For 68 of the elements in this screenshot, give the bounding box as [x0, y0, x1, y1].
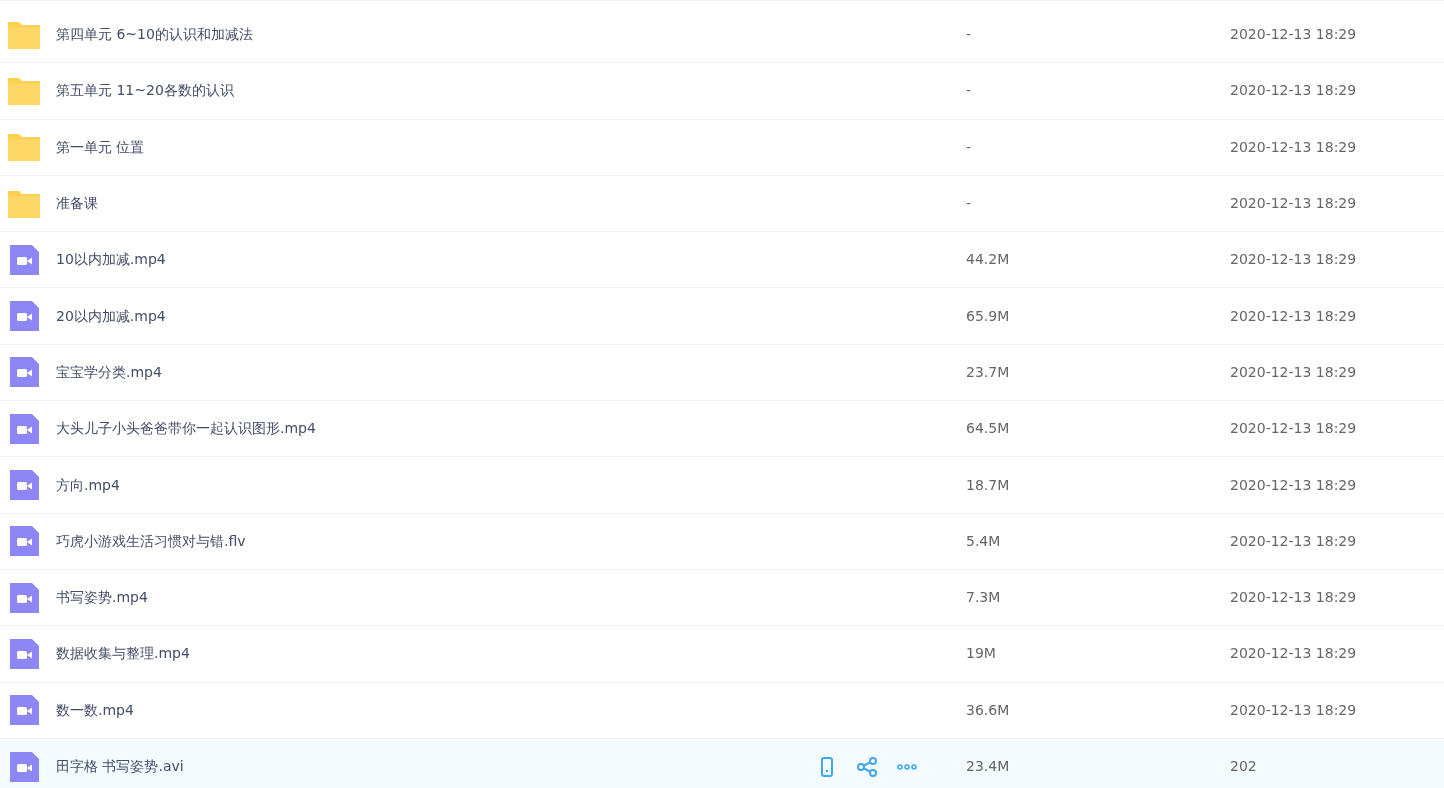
file-row[interactable]: 准备课 - 2020-12-13 18:29: [0, 175, 1444, 233]
modified-date: 2020-12-13 18:29: [1230, 25, 1357, 45]
file-row[interactable]: 10以内加减.mp4 44.2M 2020-12-13 18:29: [0, 232, 1444, 289]
modified-date: 2020-12-13 18:29: [1230, 81, 1357, 101]
file-name[interactable]: 田字格 书写姿势.avi: [56, 756, 806, 777]
modified-date: 2020-12-13 18:29: [1230, 306, 1357, 326]
modified-date: 2020-12-13 18:29: [1230, 137, 1357, 157]
file-size: 5.4M: [966, 531, 1002, 551]
file-name[interactable]: 20以内加减.mp4: [56, 305, 806, 327]
video-file-icon: [7, 412, 41, 445]
video-file-icon: [7, 469, 41, 501]
file-name[interactable]: 10以内加减.mp4: [56, 249, 806, 271]
modified-date: 2020-12-13 18:29: [1230, 250, 1357, 270]
file-size: 36.6M: [966, 700, 1011, 720]
file-name[interactable]: 巧虎小游戏生活习惯对与错.flv: [56, 530, 806, 552]
file-size: 7.3M: [966, 588, 1002, 608]
video-file-icon: [7, 243, 41, 276]
file-row[interactable]: 田字格 书写姿势.avi 23.4M 202: [0, 738, 1444, 788]
video-file-icon: [7, 300, 41, 333]
file-name[interactable]: 方向.mp4: [56, 474, 806, 496]
file-row[interactable]: 大头儿子小头爸爸带你一起认识图形.mp4 64.5M 2020-12-13 18:29: [0, 401, 1444, 458]
file-size: 44.2M: [966, 250, 1011, 270]
file-row[interactable]: 巧虎小游戏生活习惯对与错.flv 5.4M 2020-12-13 18:29: [0, 513, 1444, 570]
file-row[interactable]: 20以内加减.mp4 65.9M 2020-12-13 18:29: [0, 288, 1444, 345]
share-icon[interactable]: [856, 755, 878, 778]
modified-date: 202: [1230, 757, 1257, 776]
modified-date: 2020-12-13 18:29: [1230, 362, 1357, 382]
file-row[interactable]: 第五单元 11~20各数的认识 - 2020-12-13 18:29: [0, 63, 1444, 120]
file-name[interactable]: 第四单元 6~10的认识和加减法: [56, 24, 806, 46]
file-row[interactable]: 第一单元 位置 - 2020-12-13 18:29: [0, 119, 1444, 176]
file-name[interactable]: 大头儿子小头爸爸带你一起认识图形.mp4: [56, 418, 806, 440]
file-name[interactable]: 宝宝学分类.mp4: [56, 361, 806, 383]
file-size: 23.4M: [966, 757, 1011, 776]
modified-date: 2020-12-13 18:29: [1230, 419, 1357, 439]
file-name[interactable]: 数一数.mp4: [56, 699, 806, 721]
file-row[interactable]: 宝宝学分类.mp4 23.7M 2020-12-13 18:29: [0, 344, 1444, 402]
file-row[interactable]: 数据收集与整理.mp4 19M 2020-12-13 18:29: [0, 626, 1444, 683]
video-file-icon: [7, 581, 41, 614]
file-size: 64.5M: [966, 419, 1011, 439]
file-name[interactable]: 准备课: [56, 193, 806, 215]
video-file-icon: [7, 356, 41, 389]
file-size: 65.9M: [966, 306, 1011, 326]
file-row[interactable]: 数一数.mp4 36.6M 2020-12-13 18:29: [0, 682, 1444, 739]
file-size: -: [966, 81, 973, 101]
modified-date: 2020-12-13 18:29: [1230, 700, 1357, 720]
file-name[interactable]: 书写姿势.mp4: [56, 587, 806, 609]
video-file-icon: [7, 637, 41, 670]
modified-date: 2020-12-13 18:29: [1230, 588, 1357, 608]
modified-date: 2020-12-13 18:29: [1230, 475, 1357, 495]
folder-icon: [7, 131, 41, 164]
file-size: 18.7M: [966, 475, 1011, 495]
file-size: -: [966, 25, 973, 45]
video-file-icon: [7, 750, 41, 783]
modified-date: 2020-12-13 18:29: [1230, 644, 1357, 664]
file-name[interactable]: 第五单元 11~20各数的认识: [56, 80, 806, 102]
file-name[interactable]: 第一单元 位置: [56, 136, 806, 158]
video-file-icon: [7, 525, 41, 558]
file-row[interactable]: 第四单元 6~10的认识和加减法 - 2020-12-13 18:29: [0, 7, 1444, 64]
file-row[interactable]: 方向.mp4 18.7M 2020-12-13 18:29: [0, 457, 1444, 514]
file-row[interactable]: 书写姿势.mp4 7.3M 2020-12-13 18:29: [0, 569, 1444, 627]
video-file-icon: [7, 694, 41, 727]
file-size: 23.7M: [966, 362, 1011, 382]
modified-date: 2020-12-13 18:29: [1230, 531, 1357, 551]
modified-date: 2020-12-13 18:29: [1230, 194, 1357, 214]
file-size: -: [966, 137, 973, 157]
file-name[interactable]: 数据收集与整理.mp4: [56, 643, 806, 665]
file-size: 19M: [966, 644, 997, 664]
file-size: -: [966, 194, 973, 214]
